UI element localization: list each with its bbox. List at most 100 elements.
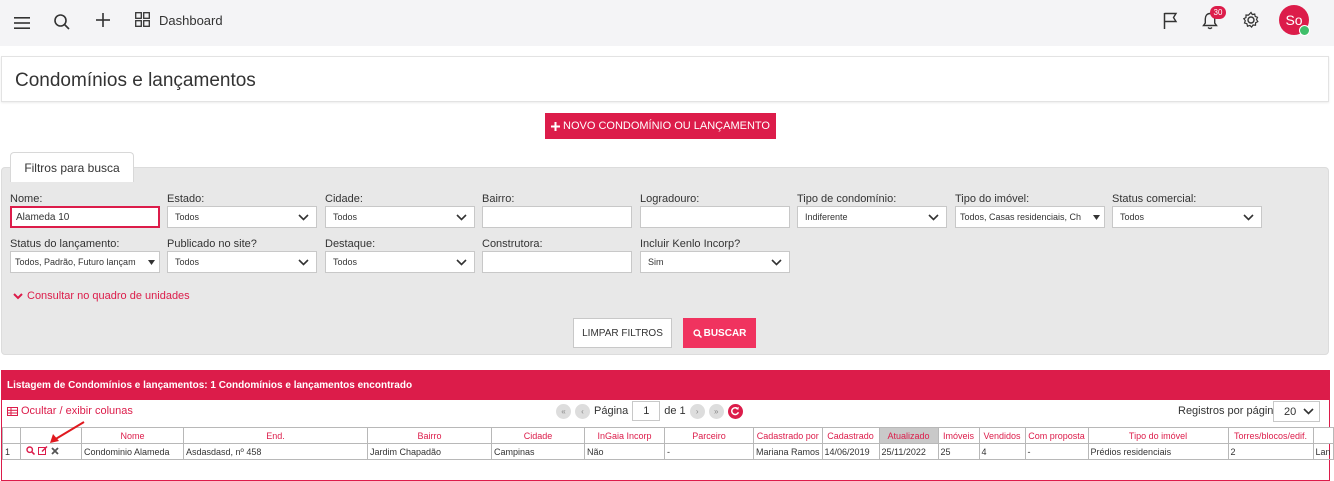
- chevron-down-icon: [456, 258, 467, 266]
- column-header-index: [2, 427, 21, 444]
- status-lancamento-value: Todos, Padrão, Futuro lançam: [15, 257, 136, 267]
- title-panel: Condomínios e lançamentos: [1, 56, 1329, 102]
- caret-down-icon: [1093, 214, 1100, 220]
- top-bar: Dashboard 30 So: [0, 0, 1334, 46]
- column-header-atualizado[interactable]: Atualizado: [878, 427, 939, 444]
- table-header-row: Nome End. Bairro Cidade InGaia Incorp Pa…: [2, 427, 1334, 444]
- publicado-value: Todos: [175, 257, 200, 267]
- cell-com-proposta: -: [1024, 443, 1089, 460]
- dashboard-grid-icon[interactable]: [133, 10, 151, 28]
- cell-tipo-imovel: Prédios residenciais: [1087, 443, 1229, 460]
- column-header-torres[interactable]: Torres/blocos/edif.: [1227, 427, 1314, 444]
- kenlo-select[interactable]: Sim: [640, 251, 790, 273]
- pagination: « ‹ Página 1 de 1 › »: [556, 401, 743, 421]
- status-lancamento-label: Status do lançamento:: [10, 238, 120, 250]
- column-header-extra: [1312, 427, 1334, 444]
- search-icon: [693, 328, 702, 338]
- annotation-arrow-icon: [50, 421, 85, 443]
- cell-cidade: Campinas: [491, 443, 585, 460]
- page-title: Condomínios e lançamentos: [15, 70, 256, 91]
- estado-select[interactable]: Todos: [167, 206, 317, 228]
- prev-page-icon[interactable]: ‹: [575, 403, 590, 419]
- nome-input[interactable]: Alameda 10: [10, 206, 160, 228]
- per-page-value: 20: [1284, 405, 1297, 418]
- table-icon: [7, 406, 18, 416]
- per-page-label: Registros por página: [1178, 405, 1280, 417]
- first-page-icon[interactable]: «: [556, 403, 571, 419]
- view-icon[interactable]: [26, 446, 36, 457]
- estado-label: Estado:: [167, 193, 205, 205]
- page-label: Página: [594, 405, 629, 417]
- cell-parceiro: -: [664, 443, 754, 460]
- consult-units-label: Consultar no quadro de unidades: [27, 290, 190, 302]
- cell-imoveis: 25: [937, 443, 980, 460]
- page-number-input[interactable]: 1: [632, 401, 661, 421]
- search-button[interactable]: BUSCAR: [683, 318, 756, 348]
- tipo-imovel-select[interactable]: Todos, Casas residenciais, Ch: [955, 206, 1105, 228]
- status-comercial-select[interactable]: Todos: [1112, 206, 1262, 228]
- per-page-select[interactable]: 20: [1273, 401, 1320, 422]
- new-condominium-button[interactable]: NOVO CONDOMÍNIO OU LANÇAMENTO: [545, 113, 776, 139]
- column-header-vendidos[interactable]: Vendidos: [978, 427, 1026, 444]
- flag-icon[interactable]: [1160, 10, 1180, 30]
- bairro-label: Bairro:: [482, 193, 515, 205]
- tipo-imovel-label: Tipo do imóvel:: [955, 193, 1030, 205]
- chevron-down-icon: [1303, 406, 1314, 418]
- column-header-cadastrado-por[interactable]: Cadastrado por: [753, 427, 823, 444]
- cell-atualizado: 25/11/2022: [878, 443, 939, 460]
- search-button-label: BUSCAR: [703, 327, 747, 339]
- cidade-select[interactable]: Todos: [325, 206, 475, 228]
- page-of-label: de 1: [664, 405, 686, 417]
- logradouro-input[interactable]: [640, 206, 790, 228]
- cell-nome: Condominio Alameda: [81, 443, 184, 460]
- toggle-columns-label: Ocultar / exibir colunas: [21, 405, 133, 417]
- consult-units-link[interactable]: Consultar no quadro de unidades: [13, 290, 190, 302]
- column-header-tipo-imovel[interactable]: Tipo do imóvel: [1087, 427, 1229, 444]
- table-row[interactable]: 1 Condominio Alameda Asdasdasd, nº 458 J…: [2, 443, 1334, 460]
- bairro-input[interactable]: [482, 206, 632, 228]
- cell-bairro: Jardim Chapadão: [367, 443, 492, 460]
- tipo-condominio-label: Tipo de condomínio:: [797, 193, 897, 205]
- clear-filters-button[interactable]: LIMPAR FILTROS: [573, 318, 672, 348]
- plus-icon: [551, 121, 560, 131]
- chevron-down-icon: [13, 292, 23, 299]
- caret-down-icon: [148, 259, 155, 265]
- cell-vendidos: 4: [978, 443, 1026, 460]
- chevron-down-icon: [298, 213, 309, 221]
- cell-torres: 2: [1227, 443, 1314, 460]
- column-header-com-proposta[interactable]: Com proposta: [1024, 427, 1089, 444]
- toggle-columns-link[interactable]: Ocultar / exibir colunas: [7, 405, 133, 417]
- results-table: Nome End. Bairro Cidade InGaia Incorp Pa…: [2, 427, 1334, 460]
- chevron-down-icon: [771, 258, 782, 266]
- chevron-down-icon: [928, 213, 939, 221]
- column-header-end[interactable]: End.: [183, 427, 368, 444]
- construtora-input[interactable]: [482, 251, 632, 273]
- delete-icon[interactable]: [51, 446, 59, 457]
- tipo-condominio-select[interactable]: Indiferente: [797, 206, 947, 228]
- column-header-imoveis[interactable]: Imóveis: [937, 427, 980, 444]
- dashboard-link[interactable]: Dashboard: [159, 13, 223, 28]
- refresh-icon[interactable]: [727, 403, 743, 419]
- cell-cadastrado: 14/06/2019: [821, 443, 880, 460]
- column-header-nome[interactable]: Nome: [81, 427, 184, 444]
- add-icon[interactable]: [93, 10, 113, 30]
- status-lancamento-select[interactable]: Todos, Padrão, Futuro lançam: [10, 251, 160, 273]
- last-page-icon[interactable]: »: [708, 403, 724, 419]
- tab-filters[interactable]: Filtros para busca: [10, 152, 134, 182]
- online-status-dot: [1299, 25, 1310, 36]
- gear-icon[interactable]: [1241, 10, 1261, 30]
- column-header-cidade[interactable]: Cidade: [491, 427, 585, 444]
- column-header-parceiro[interactable]: Parceiro: [664, 427, 754, 444]
- column-header-bairro[interactable]: Bairro: [367, 427, 492, 444]
- edit-icon[interactable]: [38, 446, 48, 457]
- search-icon[interactable]: [52, 12, 72, 32]
- menu-icon[interactable]: [12, 13, 32, 33]
- nome-label: Nome:: [10, 193, 43, 205]
- publicado-select[interactable]: Todos: [167, 251, 317, 273]
- next-page-icon[interactable]: ›: [689, 403, 705, 419]
- logradouro-label: Logradouro:: [640, 193, 700, 205]
- destaque-select[interactable]: Todos: [325, 251, 475, 273]
- column-header-ingaia[interactable]: InGaia Incorp: [584, 427, 665, 444]
- column-header-cadastrado[interactable]: Cadastrado: [821, 427, 880, 444]
- cell-ingaia: Não: [584, 443, 665, 460]
